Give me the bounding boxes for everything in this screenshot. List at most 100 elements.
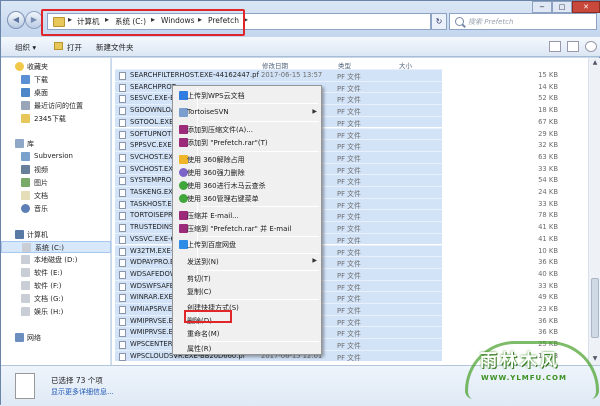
menu-item-add-archive[interactable]: 添加到压缩文件(A)... [175, 123, 321, 136]
file-size: 78 KB [538, 211, 558, 220]
menu-item-compress-email[interactable]: 压缩并 E-mail... [175, 209, 321, 222]
nav-network[interactable]: 网络 [1, 332, 111, 344]
submenu-arrow-icon: ▶ [312, 108, 317, 115]
download-folder-icon [21, 75, 30, 84]
pf-file-icon [119, 329, 126, 338]
pf-file-icon [119, 352, 126, 361]
organize-button[interactable]: 组织 ▾ [15, 42, 36, 53]
file-size: 24 KB [538, 188, 558, 196]
open-button[interactable]: 打开 [67, 42, 82, 53]
pf-file-icon [119, 142, 126, 151]
nav-pictures[interactable]: 图片 [1, 177, 111, 189]
file-size: 18 KB [538, 106, 558, 115]
nav-favorites[interactable]: 收藏夹 [1, 61, 111, 73]
file-size: 36 KB [538, 258, 558, 267]
menu-item-cut[interactable]: 剪切(T) [175, 272, 321, 285]
nav-recent[interactable]: 最近访问的位置 [1, 100, 111, 112]
pf-file-icon [119, 130, 126, 139]
file-size: 36 KB [538, 328, 558, 337]
file-type: PF 文件 [337, 260, 361, 269]
file-type: PF 文件 [337, 307, 361, 315]
nav-drive-f[interactable]: 软件 (F:) [1, 280, 111, 292]
video-icon [21, 165, 30, 174]
menu-item-360-unlock[interactable]: 使用 360解除占用 [175, 153, 321, 166]
nav-drive-c[interactable]: 系统 (C:) [1, 241, 111, 253]
menu-item-label: 使用 360管理右键菜单 [187, 195, 259, 203]
nav-videos[interactable]: 视频 [1, 164, 111, 176]
file-type: PF 文件 [337, 201, 361, 210]
nav-drive-h[interactable]: 娱乐 (H:) [1, 306, 111, 318]
file-size: 36 KB [538, 316, 558, 325]
drive-icon [22, 243, 31, 252]
preview-pane-icon[interactable] [567, 41, 579, 52]
maximize-button[interactable]: □ [552, 1, 572, 13]
nav-drive-g[interactable]: 文档 (G:) [1, 293, 111, 305]
desktop-icon [21, 88, 30, 97]
scroll-up-arrow-icon[interactable]: ▲ [590, 59, 600, 68]
nav-label: 网络 [27, 334, 41, 342]
file-type: PF 文件 [337, 342, 361, 351]
menu-item-copy[interactable]: 复制(C) [175, 285, 321, 298]
menu-item-add-prefetch-rar[interactable]: 添加到 "Prefetch.rar"(T) [175, 136, 321, 149]
menu-separator [201, 151, 319, 152]
nav-2345-downloads[interactable]: 2345下载 [1, 113, 111, 125]
file-type: PF 文件 [337, 318, 361, 327]
nav-desktop[interactable]: 桌面 [1, 87, 111, 99]
nav-label: Subversion [34, 152, 73, 160]
file-type: PF 文件 [337, 166, 361, 175]
drive-icon [21, 307, 30, 316]
watermark-title: 雨林木风 [480, 351, 560, 371]
menu-item-rename[interactable]: 重命名(M) [175, 327, 321, 340]
menu-item-360-force-delete[interactable]: 使用 360强力删除 [175, 166, 321, 179]
pf-file-icon [119, 224, 126, 233]
search-input[interactable]: 搜索 Prefetch [468, 17, 513, 27]
file-type: PF 文件 [337, 96, 361, 105]
menu-item-compress-rar-email[interactable]: 压缩到 "Prefetch.rar" 并 E-mail [175, 222, 321, 235]
nav-drive-d[interactable]: 本地磁盘 (D:) [1, 254, 111, 266]
back-button[interactable]: ◀ [7, 11, 25, 29]
file-type: PF 文件 [337, 108, 361, 117]
nav-music[interactable]: 音乐 [1, 203, 111, 215]
close-button[interactable]: ✕ [572, 1, 600, 13]
pf-file-icon [119, 153, 126, 162]
drive-icon [21, 294, 30, 303]
minimize-button[interactable]: − [532, 1, 552, 13]
folder-icon [21, 114, 30, 123]
menu-item-upload-wps[interactable]: 上传到WPS云文档 [175, 89, 321, 102]
nav-label: 图片 [34, 179, 48, 187]
new-folder-button[interactable]: 新建文件夹 [96, 42, 134, 53]
search-box[interactable]: 搜索 Prefetch [449, 13, 597, 30]
menu-item-label: TortoiseSVN [187, 108, 229, 116]
help-icon[interactable] [585, 41, 597, 52]
pf-file-icon [119, 270, 126, 279]
show-more-details-link[interactable]: 显示更多详细信息... [51, 387, 114, 397]
menu-item-send-to[interactable]: 发送到(N) ▶ [175, 255, 321, 268]
vertical-scrollbar[interactable]: ▲ ▼ [588, 58, 600, 365]
nav-downloads[interactable]: 下载 [1, 74, 111, 86]
file-size: 49 KB [538, 293, 558, 302]
table-row[interactable]: SEARCHFILTERHOST.EXE-44162447.pf 2017-06-… [115, 69, 558, 81]
menu-item-360-scan[interactable]: 使用 360进行木马云查杀 [175, 179, 321, 192]
scroll-thumb[interactable] [591, 278, 599, 338]
nav-computer[interactable]: 计算机 [1, 229, 111, 241]
library-icon [15, 139, 24, 148]
menu-item-360-manage-menu[interactable]: 使用 360管理右键菜单 [175, 192, 321, 205]
menu-item-properties[interactable]: 属性(R) [175, 342, 321, 355]
file-stack-icon [15, 373, 35, 399]
nav-documents[interactable]: 文档 [1, 190, 111, 202]
nav-label: 本地磁盘 (D:) [34, 256, 78, 264]
menu-separator [201, 253, 319, 254]
nav-subversion[interactable]: Subversion [1, 151, 111, 163]
menu-item-upload-baidu[interactable]: 上传到百度网盘 [175, 238, 321, 251]
menu-item-tortoisesvn[interactable]: TortoiseSVN ▶ [175, 106, 321, 119]
file-size: 54 KB [538, 176, 558, 185]
view-options-icon[interactable] [549, 41, 561, 52]
nav-label: 下载 [34, 76, 48, 84]
refresh-button[interactable]: ↻ [431, 13, 447, 30]
star-icon [15, 62, 24, 71]
pf-file-icon [119, 95, 126, 104]
file-size: 29 KB [538, 129, 558, 138]
nav-drive-e[interactable]: 软件 (E:) [1, 267, 111, 279]
nav-library[interactable]: 库 [1, 138, 111, 150]
menu-separator [201, 270, 319, 271]
